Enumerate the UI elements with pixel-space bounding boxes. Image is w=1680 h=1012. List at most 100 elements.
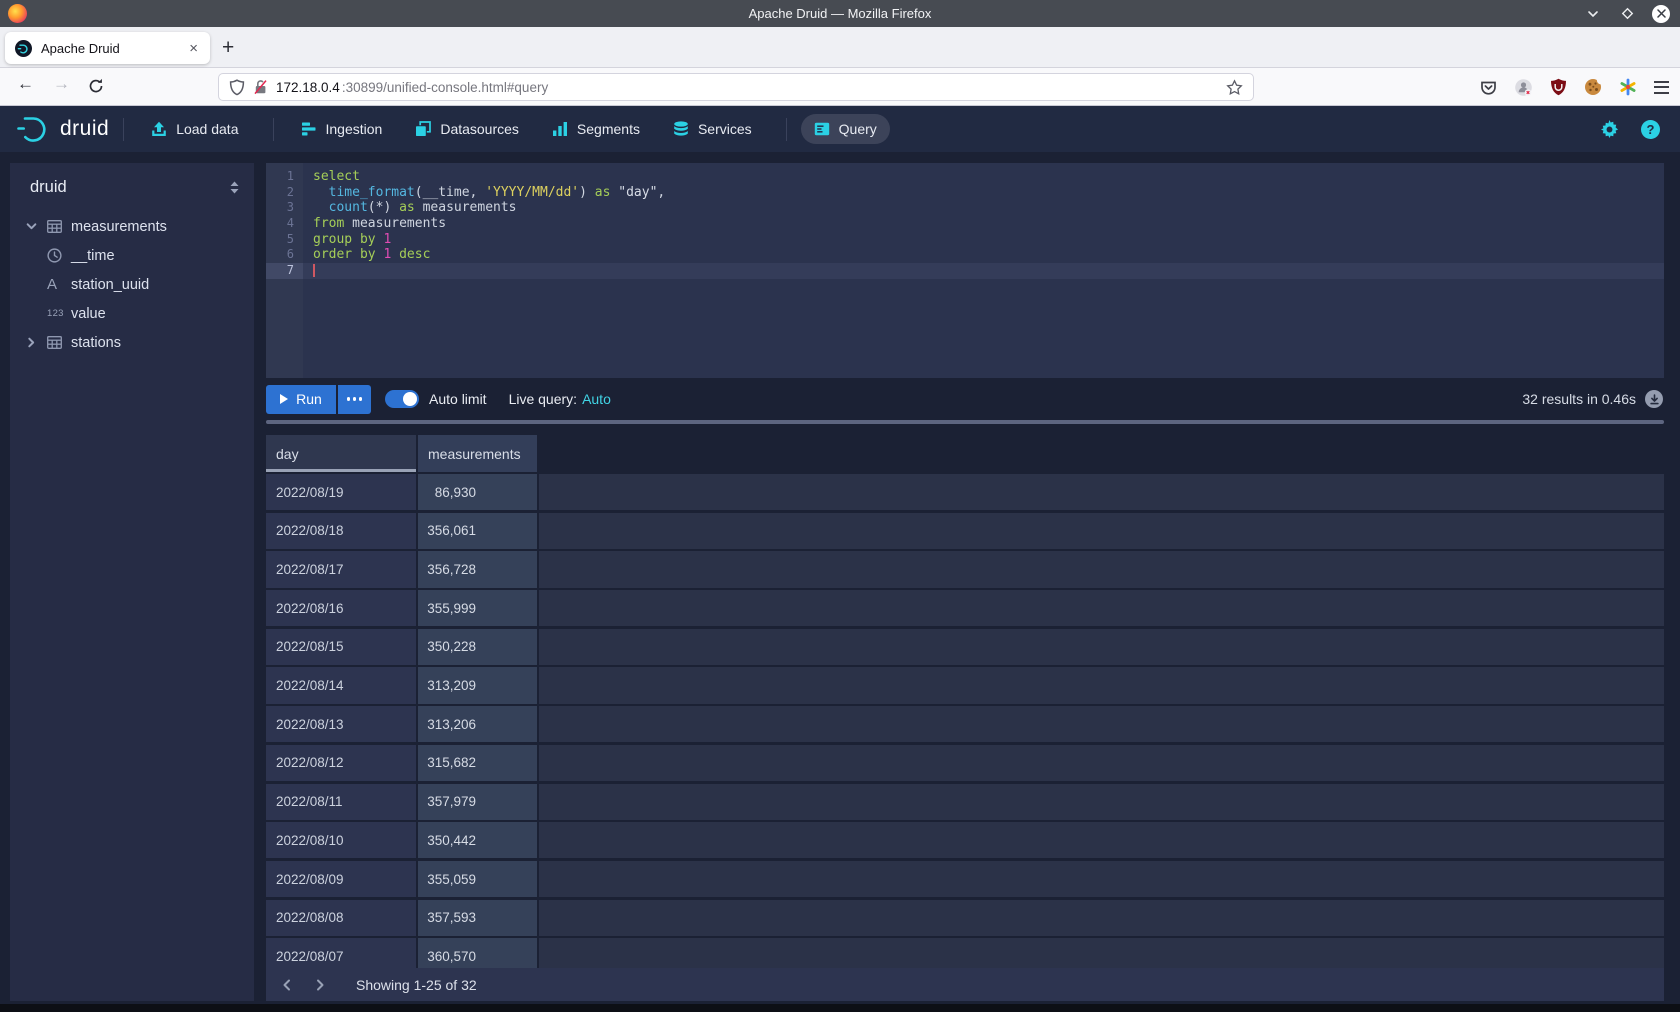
cell-day[interactable]: 2022/08/18 <box>266 513 416 549</box>
cell-measurements[interactable]: 355,999 <box>418 590 537 626</box>
new-tab-button[interactable]: + <box>222 35 234 61</box>
line-number: 7 <box>266 263 303 279</box>
run-label: Run <box>296 391 322 407</box>
code-line[interactable]: from measurements <box>303 216 1664 232</box>
tree-item-value[interactable]: 123 value <box>10 299 254 328</box>
code-line[interactable]: select <box>303 169 1664 185</box>
sort-double-caret-icon[interactable] <box>229 181 240 194</box>
bookmark-star-icon[interactable] <box>1226 79 1243 96</box>
code-line[interactable]: time_format(__time, 'YYYY/MM/dd') as "da… <box>303 185 1664 201</box>
string-column-icon: A <box>47 276 71 293</box>
tree-item-station-uuid[interactable]: A station_uuid <box>10 270 254 299</box>
maximize-icon[interactable] <box>1618 5 1636 23</box>
navbar-item-ingestion[interactable]: Ingestion <box>288 114 396 144</box>
druid-logo-icon[interactable] <box>16 115 52 143</box>
forward-icon[interactable]: → <box>53 74 70 94</box>
schema-name: druid <box>30 178 67 197</box>
cell-measurements[interactable]: 313,209 <box>418 667 537 703</box>
close-icon[interactable] <box>1652 5 1670 23</box>
row-filler <box>539 629 1664 665</box>
cookie-icon[interactable] <box>1584 78 1602 96</box>
pane-splitter[interactable] <box>266 420 1664 424</box>
cell-measurements[interactable]: 350,442 <box>418 822 537 858</box>
reload-icon[interactable] <box>88 78 104 99</box>
page-next-icon[interactable] <box>314 979 326 991</box>
nav-label: Load data <box>176 121 238 137</box>
page-prev-icon[interactable] <box>281 979 293 991</box>
ingestion-icon <box>301 121 317 137</box>
code-line[interactable] <box>303 263 1664 279</box>
navbar-item-services[interactable]: Services <box>660 114 765 144</box>
pager-label: Showing 1-25 of 32 <box>356 977 477 993</box>
cell-day[interactable]: 2022/08/15 <box>266 629 416 665</box>
cell-day[interactable]: 2022/08/19 <box>266 474 416 510</box>
shield-icon[interactable] <box>229 79 245 96</box>
code-line[interactable]: group by 1 <box>303 232 1664 248</box>
cell-value: 356,061 <box>426 523 476 538</box>
row-filler <box>539 900 1664 936</box>
cell-measurements[interactable]: 356,728 <box>418 551 537 587</box>
gear-icon[interactable] <box>1600 120 1619 139</box>
navbar-item-load-data[interactable]: Load data <box>138 114 251 144</box>
cell-measurements[interactable]: 356,061 <box>418 513 537 549</box>
column-header-measurements[interactable]: measurements <box>418 435 537 472</box>
extension-icon[interactable] <box>1514 78 1533 97</box>
run-button[interactable]: Run <box>266 385 336 414</box>
code-line[interactable]: count(*) as measurements <box>303 200 1664 216</box>
browser-tab-apache-druid[interactable]: Apache Druid × <box>5 32 210 64</box>
ublock-icon[interactable] <box>1550 78 1567 96</box>
toggle-knob <box>403 392 417 406</box>
druid-brand[interactable]: druid <box>60 117 109 141</box>
row-filler <box>539 784 1664 820</box>
cell-day[interactable]: 2022/08/12 <box>266 745 416 781</box>
cell-measurements[interactable]: 355,059 <box>418 861 537 897</box>
cell-day[interactable]: 2022/08/16 <box>266 590 416 626</box>
tree-item--time[interactable]: __time <box>10 241 254 270</box>
menu-icon[interactable] <box>1654 81 1669 94</box>
nav-label: Segments <box>577 121 640 137</box>
cell-day[interactable]: 2022/08/14 <box>266 667 416 703</box>
results-info: 32 results in 0.46s <box>1522 391 1636 407</box>
column-header-day[interactable]: day <box>266 435 416 472</box>
tab-close-icon[interactable]: × <box>187 40 200 57</box>
cell-measurements[interactable]: 313,206 <box>418 706 537 742</box>
nav-label: Datasources <box>440 121 519 137</box>
live-query-value[interactable]: Auto <box>582 391 611 407</box>
editor-code[interactable]: select time_format(__time, 'YYYY/MM/dd')… <box>303 163 1664 378</box>
table-row: 2022/08/14 313,209 <box>266 667 1664 703</box>
table-row: 2022/08/13 313,206 <box>266 706 1664 742</box>
cell-day[interactable]: 2022/08/10 <box>266 822 416 858</box>
cell-day[interactable]: 2022/08/08 <box>266 900 416 936</box>
back-icon[interactable]: ← <box>17 74 34 94</box>
navbar-item-query[interactable]: Query <box>801 114 890 144</box>
download-icon[interactable] <box>1645 390 1663 408</box>
code-line[interactable]: order by 1 desc <box>303 247 1664 263</box>
tree-item-measurements[interactable]: measurements <box>10 212 254 241</box>
cell-day[interactable]: 2022/08/13 <box>266 706 416 742</box>
cell-day[interactable]: 2022/08/07 <box>266 938 416 968</box>
pocket-icon[interactable] <box>1480 79 1497 96</box>
cell-measurements[interactable]: 357,979 <box>418 784 537 820</box>
minimize-icon[interactable] <box>1584 5 1602 23</box>
cell-measurements[interactable]: 357,593 <box>418 900 537 936</box>
cell-measurements[interactable]: 350,228 <box>418 629 537 665</box>
asterisk-extension-icon[interactable] <box>1619 78 1637 96</box>
cell-measurements[interactable]: 315,682 <box>418 745 537 781</box>
auto-limit-toggle[interactable] <box>385 390 419 408</box>
run-more-button[interactable] <box>338 385 371 414</box>
help-icon[interactable]: ? <box>1641 120 1660 139</box>
druid-favicon-icon <box>15 40 32 57</box>
cell-measurements[interactable]: 86,930 <box>418 474 537 510</box>
cell-day[interactable]: 2022/08/09 <box>266 861 416 897</box>
cell-value: 313,209 <box>426 678 476 693</box>
sql-editor[interactable]: 1234567 select time_format(__time, 'YYYY… <box>266 163 1664 378</box>
insecure-lock-icon[interactable] <box>253 79 268 95</box>
url-field[interactable]: 172.18.0.4 :30899/unified-console.html#q… <box>218 73 1254 101</box>
tree-item-stations[interactable]: stations <box>10 328 254 357</box>
navbar-item-datasources[interactable]: Datasources <box>402 114 532 144</box>
navbar-item-segments[interactable]: Segments <box>539 114 653 144</box>
play-icon <box>280 394 288 404</box>
cell-day[interactable]: 2022/08/17 <box>266 551 416 587</box>
cell-measurements[interactable]: 360,570 <box>418 938 537 968</box>
cell-day[interactable]: 2022/08/11 <box>266 784 416 820</box>
